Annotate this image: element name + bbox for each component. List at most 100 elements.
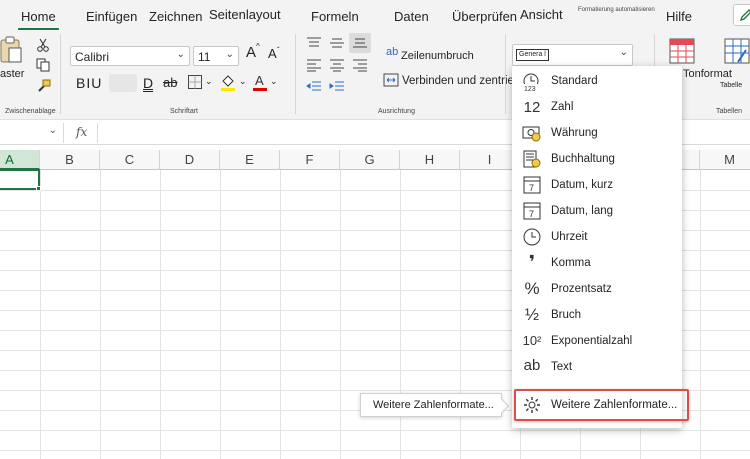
menu-item-datum-kurz[interactable]: 7 Datum, kurz (512, 172, 682, 198)
decrease-font-arrow-icon: ˇ (277, 46, 280, 55)
insert-function-button[interactable]: fx (76, 125, 87, 139)
group-label-alignment: Ausrichtung (378, 108, 415, 115)
tab-daten[interactable]: Daten (394, 9, 429, 24)
chevron-down-icon: ⌄ (225, 49, 234, 60)
wrap-text-button[interactable]: Zeilenumbruch (401, 50, 474, 62)
tab-formeln[interactable]: Formeln (311, 9, 359, 24)
ribbon-tab-bar: Home Einfügen Zeichnen Seitenlayout Form… (0, 0, 750, 31)
align-top-icon[interactable] (306, 36, 322, 50)
name-box[interactable]: ⌄ (0, 123, 64, 143)
align-left-icon[interactable] (306, 58, 322, 72)
column-header-b[interactable]: B (40, 150, 100, 170)
number-format-combo[interactable]: Genera l ⌄ (512, 44, 633, 66)
tab-einfuegen[interactable]: Einfügen (86, 9, 137, 24)
chevron-down-icon: ⌄ (619, 47, 628, 58)
number-format-value: Genera l (516, 49, 549, 61)
align-middle-icon[interactable] (329, 36, 345, 50)
number-12-icon: 12 (523, 99, 541, 116)
align-right-icon[interactable] (352, 58, 368, 72)
menu-item-waehrung[interactable]: Währung (512, 120, 682, 146)
cell-styles-icon[interactable] (669, 38, 695, 66)
borders-icon[interactable] (187, 74, 203, 90)
number-format-menu: 123 Standard 12 Zahl Währung Buchhaltung… (512, 66, 682, 428)
currency-icon (521, 123, 543, 143)
menu-item-prozentsatz[interactable]: % Prozentsatz (512, 276, 682, 302)
percent-icon: % (524, 279, 540, 298)
fill-color-icon[interactable] (219, 72, 237, 92)
menu-item-uhrzeit[interactable]: Uhrzeit (512, 224, 682, 250)
group-label-tables: Tabellen (716, 108, 743, 115)
tab-zeichnen[interactable]: Zeichnen (149, 9, 202, 24)
column-header-c[interactable]: C (100, 150, 160, 170)
increase-indent-icon[interactable] (329, 80, 345, 94)
increase-font-button[interactable]: A (246, 44, 256, 61)
svg-text:123: 123 (524, 86, 536, 93)
double-underline-button[interactable]: D (143, 75, 153, 91)
chevron-down-icon[interactable]: ⌄ (205, 76, 213, 87)
grid-line (340, 170, 341, 459)
formula-separator (97, 123, 98, 143)
chevron-down-icon[interactable]: ⌄ (49, 125, 57, 136)
menu-item-buchhaltung[interactable]: Buchhaltung (512, 146, 682, 172)
decrease-font-button[interactable]: A (268, 46, 277, 61)
grid-line (220, 170, 221, 459)
column-header-g[interactable]: G (340, 150, 400, 170)
font-name-combo[interactable]: Calibri ⌄ (70, 46, 190, 66)
menu-item-label: Prozentsatz (551, 283, 612, 295)
menu-item-text[interactable]: ab Text (512, 354, 682, 380)
column-header-d[interactable]: D (160, 150, 220, 170)
chevron-down-icon[interactable]: ⌄ (239, 76, 247, 87)
calendar-long-icon: 7 (521, 201, 543, 221)
tab-hilfe[interactable]: Hilfe (666, 9, 692, 24)
tab-ueberpruefen[interactable]: Überprüfen (452, 9, 517, 24)
strikethrough-button[interactable]: ab (163, 75, 177, 90)
edit-pen-button[interactable] (733, 4, 750, 26)
more-number-formats-tooltip: Weitere Zahlenformate... (360, 393, 502, 417)
active-cell-a1[interactable] (0, 169, 40, 190)
column-header-m[interactable]: M (700, 150, 750, 170)
column-header-a[interactable]: A (0, 150, 40, 170)
menu-item-label: Standard (551, 75, 598, 87)
grid-line (40, 170, 41, 459)
column-header-e[interactable]: E (220, 150, 280, 170)
tab-seitenlayout[interactable]: Seitenlayout (209, 7, 281, 22)
ribbon-separator (505, 34, 506, 114)
column-header-h[interactable]: H (400, 150, 460, 170)
font-name-value: Calibri (75, 50, 110, 64)
grid-line (160, 170, 161, 459)
grid-line (700, 170, 701, 459)
decrease-indent-icon[interactable] (306, 80, 322, 94)
menu-item-komma[interactable]: ❜ Komma (512, 250, 682, 276)
bold-italic-underline-buttons[interactable]: BIU (76, 75, 102, 91)
chevron-down-icon[interactable]: ⌄ (270, 76, 278, 87)
strikethrough-dropdown-button[interactable] (109, 74, 137, 92)
menu-item-zahl[interactable]: 12 Zahl (512, 94, 682, 120)
menu-item-label: Komma (551, 257, 591, 269)
menu-item-standard[interactable]: 123 Standard (512, 68, 682, 94)
fill-handle[interactable] (36, 186, 41, 191)
font-size-combo[interactable]: 11 ⌄ (193, 46, 239, 66)
tab-home[interactable]: Home (18, 9, 59, 31)
menu-item-datum-lang[interactable]: 7 Datum, lang (512, 198, 682, 224)
grid-line (280, 170, 281, 459)
cut-icon[interactable] (36, 38, 50, 52)
menu-item-label: Datum, lang (551, 205, 614, 217)
format-table-icon[interactable] (724, 38, 750, 66)
paste-icon[interactable] (0, 34, 24, 66)
tab-ansicht[interactable]: Ansicht (520, 7, 563, 22)
copy-icon[interactable] (36, 58, 50, 72)
column-header-f[interactable]: F (280, 150, 340, 170)
paste-label[interactable]: aster (0, 68, 24, 80)
column-header-i[interactable]: I (460, 150, 520, 170)
font-color-icon[interactable]: A (251, 72, 269, 92)
menu-item-label: Zahl (551, 101, 574, 113)
format-painter-icon[interactable] (36, 78, 52, 94)
increase-font-arrow-icon: ^ (256, 42, 260, 51)
table-label[interactable]: Tabelle (720, 82, 742, 89)
format-as-table-label[interactable]: Tonformat (683, 68, 732, 80)
wrap-text-icon: ab (386, 46, 399, 58)
align-center-icon[interactable] (329, 58, 345, 72)
menu-item-bruch[interactable]: ½ Bruch (512, 302, 682, 328)
menu-item-exponentialzahl[interactable]: 10² Exponentialzahl (512, 328, 682, 354)
tab-formatierung-automatisieren[interactable]: Formatierung automatisieren (578, 7, 655, 13)
